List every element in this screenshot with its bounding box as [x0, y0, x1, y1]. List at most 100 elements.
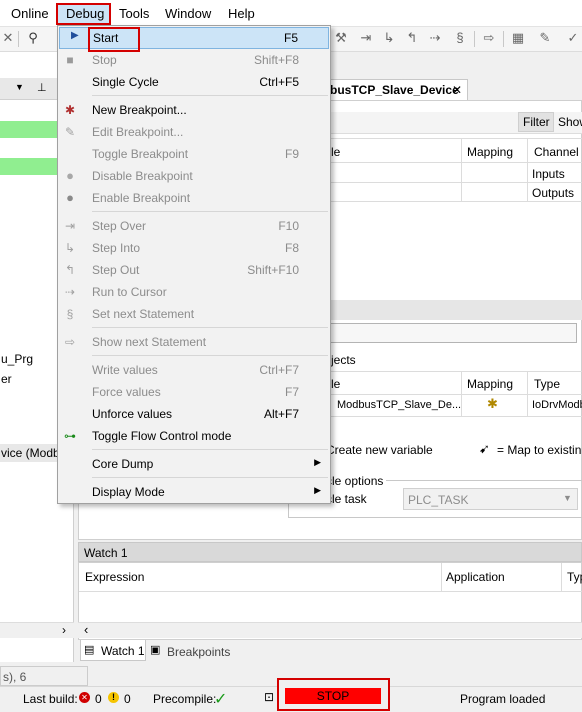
error-icon: ✕	[79, 692, 90, 703]
menu-item-disable-breakpoint[interactable]: ● Disable Breakpoint	[59, 165, 329, 187]
close-tab-icon[interactable]: ✕	[452, 83, 462, 97]
column-header-application[interactable]: Application	[446, 570, 505, 584]
menu-item-label: Step Into	[92, 241, 141, 255]
menu-item-single-cycle[interactable]: Single Cycle Ctrl+F5	[59, 71, 329, 93]
tab-watch-1[interactable]: ▤ Watch 1	[80, 640, 146, 661]
menu-item-label: Step Out	[92, 263, 140, 277]
column-header-expression[interactable]: Expression	[85, 570, 144, 584]
step-over-toolbar-icon[interactable]: ⇥	[358, 30, 374, 46]
menu-item-label: Start	[93, 31, 119, 45]
checkmark-icon: ✓	[214, 691, 228, 708]
menu-item-write-values[interactable]: Write values Ctrl+F7	[59, 359, 329, 381]
column-header-variable[interactable]: le	[331, 377, 340, 391]
flow-icon[interactable]: ✓	[565, 30, 581, 46]
scroll-right-icon[interactable]: ›	[62, 623, 66, 637]
column-header-name[interactable]: le	[331, 145, 340, 159]
menu-help[interactable]: Help	[228, 6, 255, 21]
show-label[interactable]: Show	[558, 115, 582, 129]
menu-item-shortcut: Shift+F8	[253, 53, 299, 67]
menu-item-display-mode[interactable]: Display Mode ▶	[59, 481, 329, 503]
dropdown-arrow-icon[interactable]: ▼	[15, 82, 24, 92]
menu-item-label: Enable Breakpoint	[92, 191, 191, 205]
set-next-toolbar-icon[interactable]: §	[452, 30, 468, 46]
cycle-task-select[interactable]: PLC_TASK ▼	[403, 488, 578, 510]
menu-item-toggle-flow-control[interactable]: ⊶ Toggle Flow Control mode	[59, 425, 329, 447]
menu-item-show-next-statement[interactable]: ⇨ Show next Statement	[59, 331, 329, 353]
grid-line	[441, 563, 442, 591]
menu-item-unforce-values[interactable]: Unforce values Alt+F7	[59, 403, 329, 425]
menu-item-set-next-statement[interactable]: § Set next Statement	[59, 303, 329, 325]
variable-cell[interactable]: ModbusTCP_Slave_De...	[337, 399, 461, 411]
messages-tab[interactable]: s), 6 message(s)	[0, 666, 88, 698]
channel-cell: Inputs	[532, 167, 565, 181]
menu-item-start[interactable]: ▶ Start F5	[59, 27, 329, 52]
show-next-toolbar-icon[interactable]: ⇨	[481, 30, 497, 46]
editor-tab-title: busTCP_Slave_Device	[330, 83, 459, 97]
cycle-task-value: PLC_TASK	[408, 493, 469, 507]
menu-item-toggle-breakpoint[interactable]: Toggle Breakpoint F9	[59, 143, 329, 165]
menu-item-enable-breakpoint[interactable]: ● Enable Breakpoint	[59, 187, 329, 209]
horizontal-scrollbar[interactable]: ›	[0, 622, 74, 638]
submenu-arrow-icon: ▶	[314, 485, 321, 495]
watch-scrollbar[interactable]: ‹	[78, 622, 582, 638]
menu-item-label: Unforce values	[92, 407, 173, 421]
edit-breakpoint-icon: ✎	[64, 125, 76, 139]
binoculars-icon[interactable]: ⚲	[25, 30, 41, 46]
type-cell: IoDrvModb	[532, 399, 582, 411]
grid-line	[310, 394, 582, 395]
tree-row-online[interactable]	[0, 121, 58, 138]
create-variable-label: Create new variable	[326, 443, 433, 457]
menu-item-edit-breakpoint[interactable]: ✎ Edit Breakpoint...	[59, 121, 329, 143]
grid-line	[310, 371, 582, 372]
step-out-toolbar-icon[interactable]: ↰	[404, 30, 420, 46]
step-into-toolbar-icon[interactable]: ↳	[381, 30, 397, 46]
menu-item-run-to-cursor[interactable]: ⇢ Run to Cursor	[59, 281, 329, 303]
menu-item-core-dump[interactable]: Core Dump ▶	[59, 453, 329, 475]
write-icon[interactable]: ✎	[537, 30, 553, 46]
path-input[interactable]	[310, 323, 577, 343]
menu-separator	[92, 477, 328, 478]
tree-row-online[interactable]	[0, 158, 58, 175]
screen-icon[interactable]: ▦	[510, 30, 526, 46]
menu-separator	[92, 355, 328, 356]
column-header-type[interactable]: Type	[534, 377, 560, 391]
menu-debug[interactable]: Debug	[56, 3, 111, 25]
column-header-mapping[interactable]: Mapping	[467, 377, 513, 391]
filter-button[interactable]: Filter	[518, 112, 554, 132]
tree-item[interactable]: er	[1, 372, 12, 386]
scroll-left-icon[interactable]: ‹	[84, 622, 88, 637]
menu-online[interactable]: Online	[11, 6, 49, 21]
tree-item[interactable]: u_Prg	[1, 352, 33, 366]
menu-item-shortcut: F5	[283, 31, 298, 45]
tool-icon[interactable]: ⚒	[333, 30, 349, 46]
menu-item-step-into[interactable]: ↳ Step Into F8	[59, 237, 329, 259]
lock-icon[interactable]: ⊡	[264, 690, 274, 704]
menu-window[interactable]: Window	[165, 6, 211, 21]
run-to-cursor-toolbar-icon[interactable]: ⇢	[427, 30, 443, 46]
tab-breakpoints[interactable]: Breakpoints	[167, 645, 230, 659]
grid-line	[461, 138, 462, 202]
menu-tools[interactable]: Tools	[119, 6, 149, 21]
enable-breakpoint-icon: ●	[66, 190, 74, 205]
editor-tab[interactable]: busTCP_Slave_Device ✕	[325, 79, 468, 100]
column-header-channel[interactable]: Channel	[534, 145, 579, 159]
stop-icon: ■	[66, 53, 74, 67]
column-header-type[interactable]: Typ	[567, 570, 582, 584]
warning-icon: !	[108, 692, 119, 703]
show-next-statement-icon: ⇨	[64, 335, 76, 349]
new-breakpoint-icon: ✱	[64, 103, 76, 117]
toolbar-separator	[18, 31, 19, 47]
menu-item-step-over[interactable]: ⇥ Step Over F10	[59, 215, 329, 237]
column-header-mapping[interactable]: Mapping	[467, 145, 513, 159]
menu-item-label: New Breakpoint...	[92, 103, 187, 117]
menu-item-label: Step Over	[92, 219, 147, 233]
menu-item-step-out[interactable]: ↰ Step Out Shift+F10	[59, 259, 329, 281]
pin-icon[interactable]: ⊥	[37, 81, 47, 94]
menu-item-new-breakpoint[interactable]: ✱ New Breakpoint...	[59, 99, 329, 121]
menu-item-label: Toggle Breakpoint	[92, 147, 189, 161]
menu-item-stop[interactable]: ■ Stop Shift+F8	[59, 49, 329, 71]
close-x-icon[interactable]: ✕	[0, 30, 16, 46]
warning-count: 0	[124, 692, 131, 706]
menu-item-force-values[interactable]: Force values F7	[59, 381, 329, 403]
watch-icon: ▤	[84, 644, 95, 656]
